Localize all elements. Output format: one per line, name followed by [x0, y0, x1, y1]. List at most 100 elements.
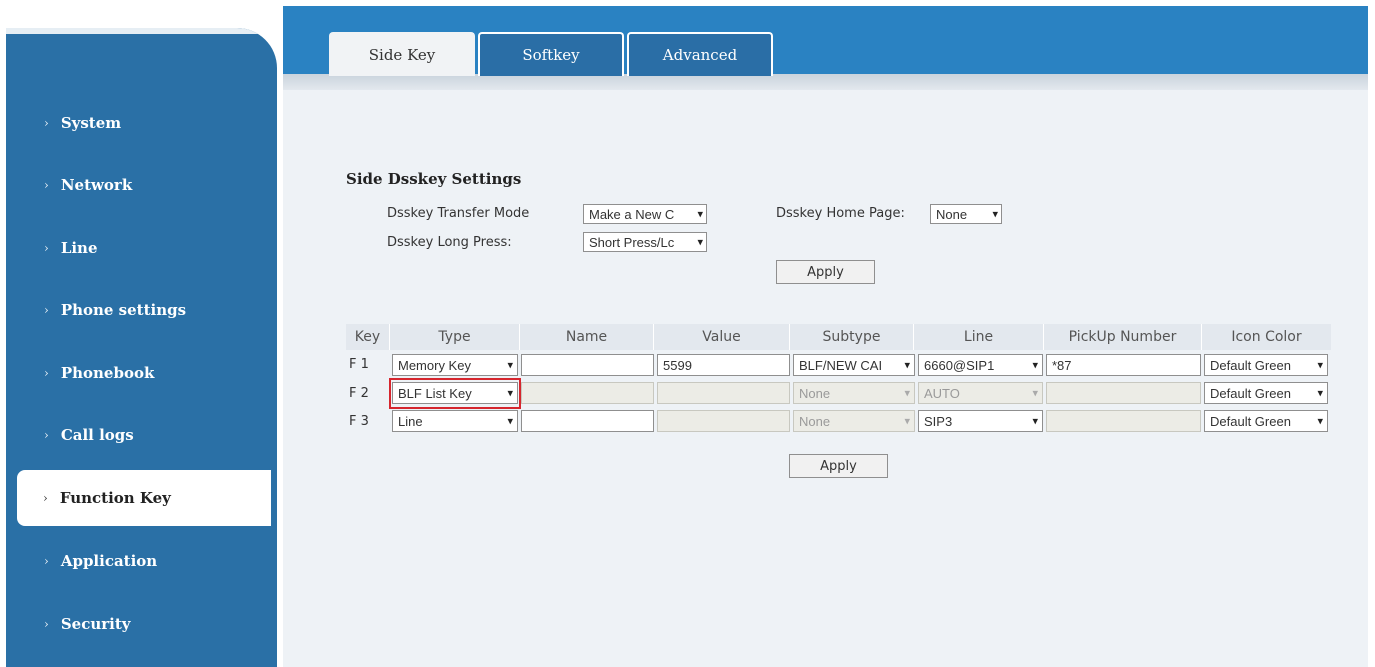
section-title: Side Dsskey Settings: [346, 170, 522, 188]
table-header: Key Type Name Value Subtype Line PickUp …: [346, 324, 1331, 350]
row1-value-input[interactable]: 5599: [657, 354, 790, 376]
type-highlight-box: [389, 378, 521, 409]
sidebar-item-application[interactable]: › Application: [6, 533, 277, 589]
row1-key: F 1: [349, 357, 369, 372]
tab-side-key[interactable]: Side Key: [329, 32, 475, 76]
sidebar-item-label: Phonebook: [60, 364, 155, 382]
home-page-value: None: [936, 206, 968, 222]
sidebar-item-label: Phone settings: [60, 301, 187, 319]
row1-line-select[interactable]: 6660@SIP1 ▾: [918, 354, 1043, 376]
header-subtype: Subtype: [790, 324, 914, 350]
row2-pickup-input[interactable]: [1046, 382, 1201, 404]
row1-subtype-select[interactable]: BLF/NEW CAI ▾: [793, 354, 915, 376]
row3-line-select[interactable]: SIP3 ▾: [918, 410, 1043, 432]
settings-apply-button[interactable]: Apply: [776, 260, 875, 284]
sidebar-item-network[interactable]: › Network: [6, 157, 277, 213]
row2-line-value: AUTO: [924, 385, 960, 401]
transfer-mode-select[interactable]: Make a New C ▾: [583, 204, 707, 224]
row1-icon-color-value: Default Green: [1210, 357, 1291, 373]
row3-subtype-value: None: [799, 413, 831, 429]
chevron-down-icon: ▾: [990, 207, 998, 221]
row3-pickup-input[interactable]: [1046, 410, 1201, 432]
row1-icon-color-select[interactable]: Default Green ▾: [1204, 354, 1328, 376]
chevron-down-icon: ▾: [902, 358, 910, 372]
chevron-right-icon: ›: [44, 178, 49, 192]
chevron-down-icon: ▾: [902, 414, 910, 428]
row3-type-select[interactable]: Line ▾: [392, 410, 518, 432]
sidebar-item-label: Line: [60, 239, 98, 257]
header-pickup: PickUp Number: [1044, 324, 1202, 350]
row2-line-select[interactable]: AUTO ▾: [918, 382, 1043, 404]
row1-name-input[interactable]: [521, 354, 654, 376]
chevron-down-icon: ▾: [695, 207, 703, 221]
row2-subtype-select[interactable]: None ▾: [793, 382, 915, 404]
chevron-down-icon: ▾: [902, 386, 910, 400]
table-apply-button[interactable]: Apply: [789, 454, 888, 478]
sidebar-item-phonebook[interactable]: › Phonebook: [6, 345, 277, 401]
chevron-down-icon: ▾: [1315, 386, 1323, 400]
row3-icon-color-value: Default Green: [1210, 413, 1291, 429]
chevron-right-icon: ›: [44, 241, 49, 255]
row2-key: F 2: [349, 386, 369, 401]
row2-icon-color-value: Default Green: [1210, 385, 1291, 401]
tab-advanced[interactable]: Advanced: [627, 32, 773, 76]
tab-softkey[interactable]: Softkey: [478, 32, 624, 76]
row3-value-input[interactable]: [657, 410, 790, 432]
header-icon-color: Icon Color: [1231, 329, 1302, 345]
chevron-down-icon: ▾: [1030, 386, 1038, 400]
row2-icon-color-select[interactable]: Default Green ▾: [1204, 382, 1328, 404]
sidebar-item-label: Function Key: [59, 489, 171, 507]
row1-pickup-input[interactable]: *87: [1046, 354, 1201, 376]
chevron-down-icon: ▾: [505, 414, 513, 428]
sidebar-item-phone-settings[interactable]: › Phone settings: [6, 282, 277, 338]
chevron-down-icon: ▾: [1315, 414, 1323, 428]
sidebar-item-function-key[interactable]: › Function Key: [17, 470, 271, 526]
row1-line-value: 6660@SIP1: [924, 357, 995, 373]
header-shadow: [283, 74, 1368, 90]
row3-type-value: Line: [398, 413, 423, 429]
chevron-right-icon: ›: [44, 366, 49, 380]
sidebar-item-call-logs[interactable]: › Call logs: [6, 407, 277, 463]
transfer-mode-label: Dsskey Transfer Mode: [387, 206, 530, 221]
transfer-mode-value: Make a New C: [589, 206, 675, 222]
home-page-select[interactable]: None ▾: [930, 204, 1002, 224]
row1-type-value: Memory Key: [398, 357, 471, 373]
chevron-down-icon: ▾: [1030, 414, 1038, 428]
header-line: Line: [914, 324, 1044, 350]
header-type: Type: [390, 324, 520, 350]
row3-line-value: SIP3: [924, 413, 953, 429]
sidebar-item-security[interactable]: › Security: [6, 596, 277, 652]
header-value: Value: [654, 324, 790, 350]
chevron-right-icon: ›: [44, 303, 49, 317]
row3-key: F 3: [349, 414, 369, 429]
sidebar-item-label: Security: [60, 615, 131, 633]
row2-name-input[interactable]: [521, 382, 654, 404]
chevron-right-icon: ›: [44, 428, 49, 442]
row3-subtype-select[interactable]: None ▾: [793, 410, 915, 432]
header-key: Key: [346, 324, 390, 350]
row2-subtype-value: None: [799, 385, 831, 401]
long-press-value: Short Press/Lc: [589, 234, 675, 250]
chevron-right-icon: ›: [44, 116, 49, 130]
header-name: Name: [520, 324, 654, 350]
long-press-label: Dsskey Long Press:: [387, 235, 512, 250]
sidebar-top-accent: [6, 28, 277, 34]
sidebar-item-label: Call logs: [60, 426, 134, 444]
row2-value-input[interactable]: [657, 382, 790, 404]
home-page-label: Dsskey Home Page:: [776, 206, 905, 221]
sidebar-item-line[interactable]: › Line: [6, 220, 277, 276]
long-press-select[interactable]: Short Press/Lc ▾: [583, 232, 707, 252]
chevron-down-icon: ▾: [695, 235, 703, 249]
sidebar-item-system[interactable]: › System: [6, 95, 277, 151]
chevron-down-icon: ▾: [1315, 358, 1323, 372]
sidebar-item-label: Application: [60, 552, 158, 570]
row3-icon-color-select[interactable]: Default Green ▾: [1204, 410, 1328, 432]
chevron-down-icon: ▾: [1030, 358, 1038, 372]
chevron-right-icon: ›: [43, 491, 48, 505]
chevron-right-icon: ›: [44, 617, 49, 631]
row1-subtype-value: BLF/NEW CAI: [799, 357, 883, 373]
row1-type-select[interactable]: Memory Key ▾: [392, 354, 518, 376]
sidebar-item-label: System: [60, 114, 122, 132]
sidebar-item-label: Network: [60, 176, 133, 194]
row3-name-input[interactable]: [521, 410, 654, 432]
